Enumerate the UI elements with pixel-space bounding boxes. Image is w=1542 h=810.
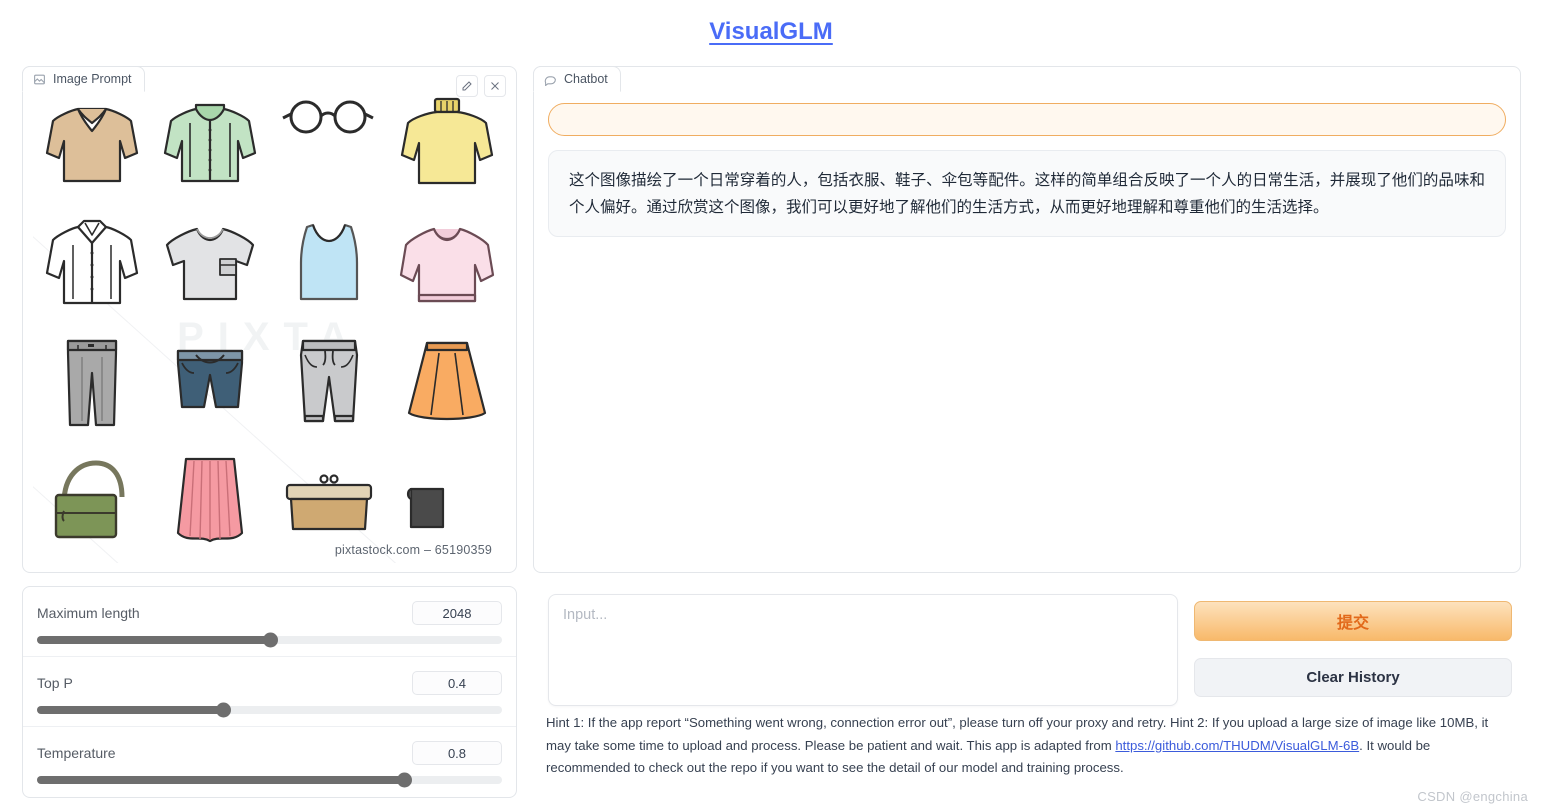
user-message-bubble xyxy=(548,103,1506,136)
clothing-grid xyxy=(33,83,506,563)
submit-button[interactable]: 提交 xyxy=(1194,601,1512,641)
param-value-input[interactable]: 0.4 xyxy=(412,671,502,695)
clothing-item-pink-pleated-skirt xyxy=(151,443,269,563)
image-prompt-tab[interactable]: Image Prompt xyxy=(22,66,145,92)
clear-history-button[interactable]: Clear History xyxy=(1194,658,1512,697)
param-label: Temperature xyxy=(37,745,116,761)
clothing-item-pink-sweatshirt xyxy=(388,203,506,323)
chatbot-tab[interactable]: Chatbot xyxy=(533,66,621,92)
clothing-item-gray-sweatpants xyxy=(270,323,388,443)
chat-message-list: 这个图像描绘了一个日常穿着的人，包括衣服、鞋子、伞包等配件。这样的简单组合反映了… xyxy=(548,103,1506,560)
slider-thumb[interactable] xyxy=(397,772,413,788)
maximum-length-slider[interactable] xyxy=(37,632,502,648)
slider-thumb[interactable] xyxy=(262,632,278,648)
temperature-slider[interactable] xyxy=(37,772,502,788)
clothing-item-round-glasses-and-cap xyxy=(270,83,388,203)
prompt-image[interactable]: PIXTA pixtastock.com – 65190359 xyxy=(33,83,506,563)
repo-link[interactable]: https://github.com/THUDM/VisualGLM-6B xyxy=(1115,738,1359,753)
chatbot-tab-label: Chatbot xyxy=(564,72,608,86)
clothing-item-green-cardigan xyxy=(151,83,269,203)
param-top-p: Top P 0.4 xyxy=(23,657,516,727)
parameters-panel: Maximum length 2048 Top P 0.4 Temperatur… xyxy=(22,586,517,798)
image-tools xyxy=(456,75,506,97)
param-temperature: Temperature 0.8 xyxy=(23,727,516,796)
clothing-item-blue-tank-top xyxy=(270,203,388,323)
param-maximum-length: Maximum length 2048 xyxy=(23,587,516,657)
clothing-item-orange-flare-skirt xyxy=(388,323,506,443)
param-label: Top P xyxy=(37,675,73,691)
param-header: Temperature 0.8 xyxy=(37,741,502,765)
top-p-slider[interactable] xyxy=(37,702,502,718)
param-value-input[interactable]: 0.8 xyxy=(412,741,502,765)
stock-credit: pixtastock.com – 65190359 xyxy=(334,543,492,557)
clothing-item-white-shirt xyxy=(33,203,151,323)
clothing-item-yellow-turtleneck xyxy=(388,83,506,203)
hint-text: Hint 1: If the app report “Something wen… xyxy=(546,712,1514,780)
clothing-item-beige-vneck-sweater xyxy=(33,83,151,203)
title-bar: VisualGLM xyxy=(0,0,1542,56)
app-root: VisualGLM Image Prompt PIXTA pixtastock.… xyxy=(0,0,1542,810)
input-textarea[interactable]: Input... xyxy=(548,594,1178,706)
image-prompt-panel[interactable]: Image Prompt PIXTA pixtastock.com – 6519… xyxy=(22,66,517,573)
clothing-item-denim-shorts xyxy=(151,323,269,443)
chat-icon xyxy=(544,73,557,86)
param-header: Maximum length 2048 xyxy=(37,601,502,625)
csdn-watermark: CSDN @engchina xyxy=(1417,789,1528,804)
slider-fill xyxy=(37,636,270,644)
chatbot-panel[interactable]: Chatbot 这个图像描绘了一个日常穿着的人，包括衣服、鞋子、伞包等配件。这样… xyxy=(533,66,1521,573)
image-prompt-tab-label: Image Prompt xyxy=(53,72,132,86)
param-value-input[interactable]: 2048 xyxy=(412,601,502,625)
clothing-item-gray-trousers xyxy=(33,323,151,443)
slider-fill xyxy=(37,706,223,714)
param-header: Top P 0.4 xyxy=(37,671,502,695)
page-title[interactable]: VisualGLM xyxy=(709,18,833,45)
close-icon[interactable] xyxy=(484,75,506,97)
bot-message-bubble: 这个图像描绘了一个日常穿着的人，包括衣服、鞋子、伞包等配件。这样的简单组合反映了… xyxy=(548,150,1506,238)
slider-fill xyxy=(37,776,405,784)
param-label: Maximum length xyxy=(37,605,140,621)
image-icon xyxy=(33,73,46,86)
clothing-item-gray-tshirt xyxy=(151,203,269,323)
pencil-icon[interactable] xyxy=(456,75,478,97)
clothing-item-green-shoulder-bag xyxy=(33,443,151,563)
slider-thumb[interactable] xyxy=(216,702,231,718)
